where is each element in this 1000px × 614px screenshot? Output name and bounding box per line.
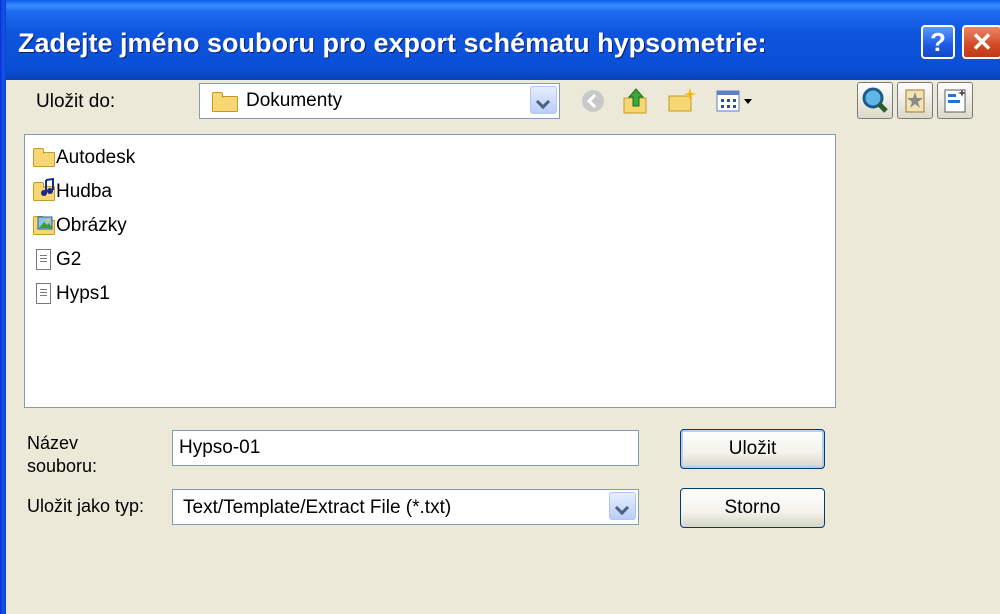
- file-name: Hudba: [56, 181, 112, 202]
- filename-field[interactable]: [172, 430, 639, 466]
- list-item[interactable]: Hudba: [33, 177, 112, 207]
- save-button[interactable]: Uložit: [680, 429, 825, 469]
- folder-icon: [33, 147, 55, 169]
- tools-icon[interactable]: [937, 82, 973, 119]
- text-file-icon: [33, 249, 55, 271]
- filetype-dropdown[interactable]: Text/Template/Extract File (*.txt): [172, 489, 639, 525]
- search-icon[interactable]: [857, 82, 893, 119]
- view-menu-icon[interactable]: [715, 88, 755, 114]
- new-folder-icon[interactable]: [667, 86, 697, 116]
- list-item[interactable]: G2: [33, 245, 81, 275]
- filename-label: Název souboru:: [27, 433, 98, 476]
- music-folder-icon: [33, 178, 55, 203]
- folder-icon: [212, 90, 238, 112]
- help-button[interactable]: ?: [921, 25, 955, 59]
- list-item[interactable]: Obrázky: [33, 211, 127, 241]
- filename-input[interactable]: [179, 434, 619, 462]
- save-in-value: Dokumenty: [246, 90, 343, 111]
- file-name: Autodesk: [56, 147, 136, 168]
- file-name: Obrázky: [56, 215, 127, 236]
- cancel-button[interactable]: Storno: [680, 488, 825, 528]
- text-file-icon: [33, 283, 55, 305]
- save-dialog: Zadejte jméno souboru pro export schémat…: [0, 0, 1000, 614]
- save-in-label: Uložit do:: [36, 91, 116, 112]
- save-in-dropdown[interactable]: Dokumenty: [199, 83, 560, 119]
- chevron-down-icon[interactable]: [609, 492, 636, 520]
- back-icon[interactable]: [580, 88, 606, 114]
- window-title: Zadejte jméno souboru pro export schémat…: [18, 28, 767, 58]
- file-list[interactable]: Autodesk Hudba Obrázky G2 Hyps1: [24, 134, 836, 408]
- close-button[interactable]: ✕: [962, 25, 1000, 59]
- favorites-icon[interactable]: [897, 82, 933, 119]
- pictures-folder-icon: [33, 215, 55, 237]
- file-name: Hyps1: [56, 283, 110, 304]
- chevron-down-icon[interactable]: [530, 86, 557, 114]
- filetype-value: Text/Template/Extract File (*.txt): [183, 497, 452, 518]
- list-item[interactable]: Hyps1: [33, 279, 110, 309]
- list-item[interactable]: Autodesk: [33, 143, 135, 173]
- title-bar[interactable]: Zadejte jméno souboru pro export schémat…: [0, 0, 1000, 80]
- file-name: G2: [56, 249, 82, 270]
- filetype-label: Uložit jako typ:: [27, 496, 145, 516]
- up-folder-icon[interactable]: [622, 86, 650, 116]
